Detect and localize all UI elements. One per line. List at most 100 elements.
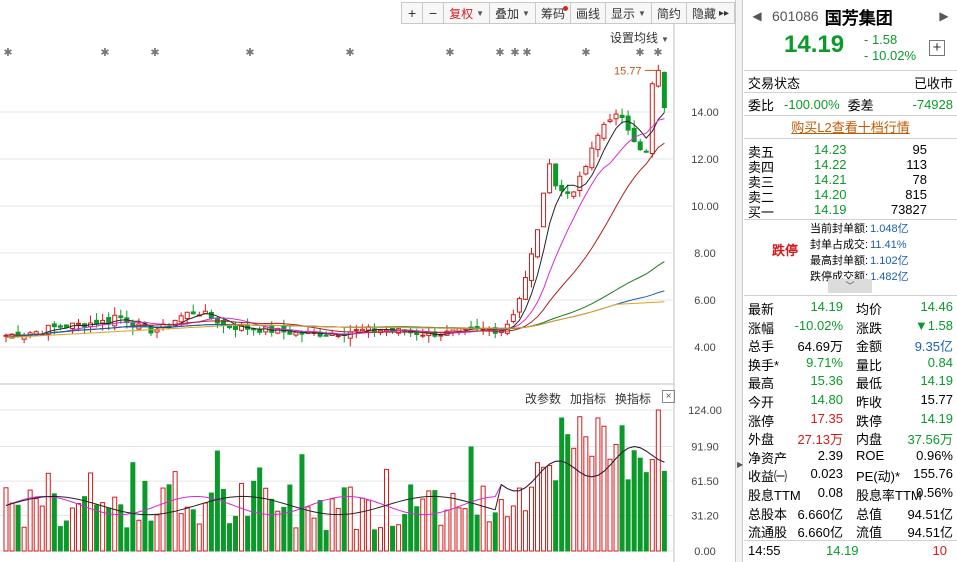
collapse-arrow-icon[interactable]: ▶ xyxy=(737,460,743,469)
volume-bar xyxy=(402,514,408,552)
quote-value: 14.19 xyxy=(810,299,843,314)
volume-bar xyxy=(655,409,661,552)
order-price: 14.20 xyxy=(814,187,847,202)
divider xyxy=(744,540,957,541)
volume-bar xyxy=(190,509,196,552)
volume-bar xyxy=(595,417,601,552)
candle-body xyxy=(57,325,63,328)
event-marker-icon: ✱ xyxy=(581,46,590,59)
event-marker-icon: ✱ xyxy=(345,46,354,59)
prev-stock-arrow-icon[interactable]: ◀ xyxy=(748,9,766,23)
candle-body xyxy=(100,319,106,324)
indicator-menu: 改参数 加指标 换指标 xyxy=(525,390,651,407)
candle-body xyxy=(577,175,583,191)
quote-value: 9.35亿 xyxy=(914,339,953,355)
volume-bar xyxy=(516,487,522,552)
order-ratio-value: -100.00% xyxy=(784,96,840,112)
divider xyxy=(744,115,957,116)
fold-arrow-icon[interactable]: ﹀ xyxy=(828,279,872,293)
order-volume: 78 xyxy=(912,172,927,187)
volume-bar xyxy=(257,467,263,552)
add-indicator-button[interactable]: 加指标 xyxy=(570,390,606,407)
order-price: 14.22 xyxy=(814,157,847,172)
volume-bar xyxy=(377,527,383,552)
candle-body xyxy=(601,123,607,139)
buy-l2-link[interactable]: 购买L2查看十档行情 xyxy=(744,117,957,136)
volume-bar xyxy=(522,510,528,552)
trade-status-label: 交易状态 xyxy=(748,75,801,91)
volume-bar xyxy=(124,527,130,552)
overlay-button[interactable]: 叠加 ▼ xyxy=(489,2,536,24)
volume-tick-label: 124.00 xyxy=(688,405,722,417)
candle-body xyxy=(184,311,190,320)
volume-bar xyxy=(287,484,293,552)
chevron-down-icon: ▼ xyxy=(661,35,669,44)
volume-bar xyxy=(305,506,311,552)
quote-value: 0.84 xyxy=(927,354,953,370)
candle-body xyxy=(178,315,184,323)
candle-body xyxy=(589,147,595,169)
volume-bar xyxy=(625,479,631,552)
divider xyxy=(744,138,957,139)
chevron-down-icon: ▼ xyxy=(638,8,646,18)
add-watchlist-button[interactable]: + xyxy=(929,40,945,56)
volume-bar xyxy=(528,486,534,552)
chips-button[interactable]: 筹码 xyxy=(534,2,571,24)
candle-body xyxy=(541,192,547,228)
draw-line-button[interactable]: 画线 xyxy=(569,2,606,24)
candle-body xyxy=(631,127,637,143)
limit-down-tag: 跌停 xyxy=(772,243,799,258)
last-tick-row: 14:55 14.19 10 xyxy=(748,543,953,559)
candle-body xyxy=(553,163,559,187)
candle-body xyxy=(75,322,81,325)
chart-canvas[interactable]: 14.00 12.00 10.00 8.00 6.00 4.00 124.00 91.90 61… xyxy=(0,0,735,562)
zoom-in-button[interactable]: + xyxy=(401,2,424,24)
volume-bar xyxy=(148,520,154,552)
quote-value: 15.77 xyxy=(920,392,953,407)
volume-bar xyxy=(226,523,232,552)
volume-bar xyxy=(583,436,589,552)
candle-body xyxy=(347,331,353,339)
seal-row: 当前封单额: 1.048亿 xyxy=(810,220,909,236)
candle-body xyxy=(571,191,577,197)
adjust-button[interactable]: 复权 ▼ xyxy=(443,2,491,24)
candle-body xyxy=(595,134,601,151)
zoom-out-button[interactable]: − xyxy=(422,2,445,24)
volume-bar xyxy=(565,434,571,552)
volume-bar xyxy=(553,480,559,552)
order-volume: 73827 xyxy=(890,202,927,217)
event-marker-icon: ✱ xyxy=(635,46,644,59)
panel-splitter[interactable] xyxy=(735,0,743,562)
kline-chart-area[interactable]: 14.00 12.00 10.00 8.00 6.00 4.00 124.00 91.90 61… xyxy=(0,0,735,562)
candle-body xyxy=(559,184,565,192)
edit-params-button[interactable]: 改参数 xyxy=(525,390,561,407)
close-indicator-button[interactable]: × xyxy=(662,390,675,403)
price-change: - 1.58 xyxy=(864,32,898,47)
volume-bar xyxy=(432,490,438,552)
chips-label: 筹码 xyxy=(540,6,565,21)
volume-bar xyxy=(474,514,480,552)
switch-indicator-button[interactable]: 换指标 xyxy=(615,390,651,407)
volume-bar xyxy=(63,520,69,552)
quote-value: 6.660亿 xyxy=(797,525,843,541)
volume-bar xyxy=(100,502,106,552)
ma-setting-dropdown[interactable]: 设置均线 ▼ xyxy=(610,29,669,46)
quote-value: 94.51亿 xyxy=(907,506,953,522)
next-stock-arrow-icon[interactable]: ▶ xyxy=(935,9,953,23)
quote-label: 总值 xyxy=(856,506,883,522)
volume-bar xyxy=(420,498,426,552)
quote-value: 15.36 xyxy=(810,373,843,389)
volume-tick-label: 61.50 xyxy=(691,476,719,488)
hide-button[interactable]: 隐藏 ▸▸ xyxy=(685,2,735,24)
tick-volume: 10 xyxy=(932,543,947,558)
candle-body xyxy=(154,329,160,333)
candle-body xyxy=(106,317,112,324)
display-button[interactable]: 显示 ▼ xyxy=(604,2,652,24)
volume-bar xyxy=(462,508,468,552)
order-price: 14.23 xyxy=(814,142,847,157)
volume-bar xyxy=(269,498,275,552)
moving-average-line xyxy=(5,142,665,336)
quote-label: ROE xyxy=(856,447,885,463)
quote-row: 最新 14.19 均价 14.46 xyxy=(748,299,953,317)
simple-mode-button[interactable]: 简约 xyxy=(650,2,687,24)
